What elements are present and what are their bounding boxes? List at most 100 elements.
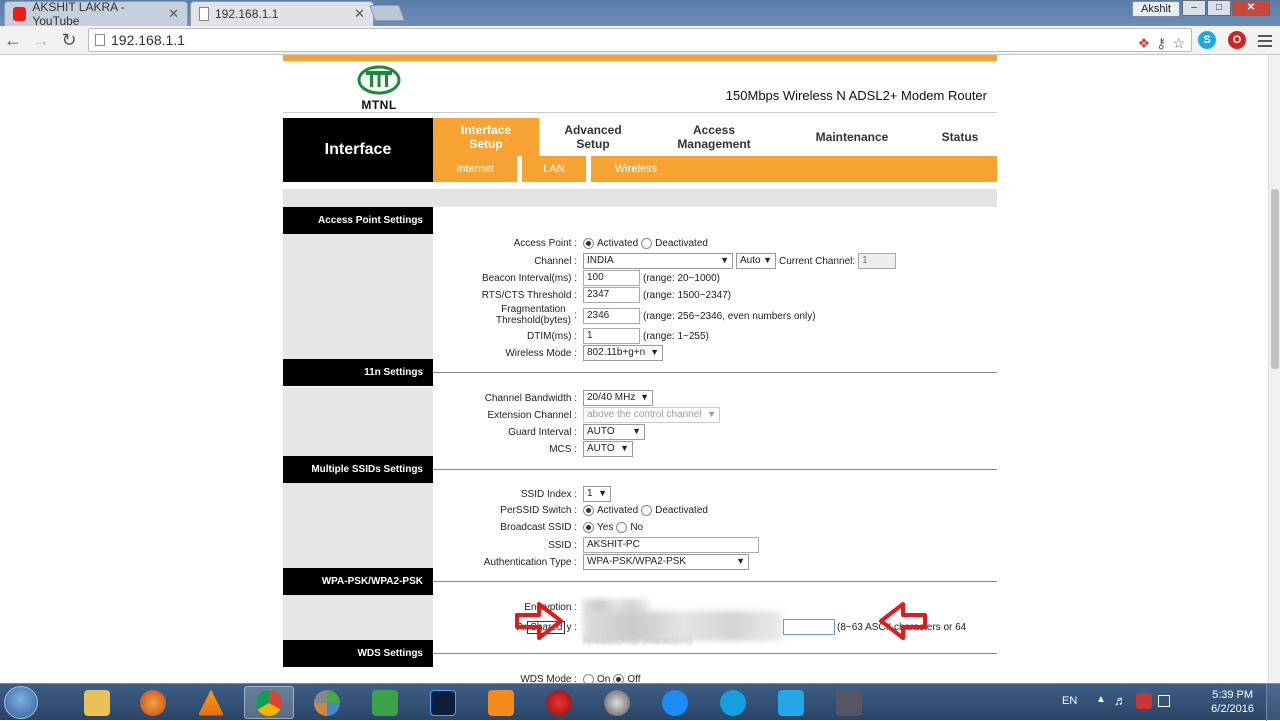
psk-input[interactable]	[783, 619, 835, 635]
extension-channel-select: above the control channel ▼	[583, 407, 720, 423]
radio-activated[interactable]	[583, 238, 594, 249]
nav-interface-setup[interactable]: Interface Setup	[433, 118, 539, 156]
subnav-wireless[interactable]: Wireless	[591, 156, 681, 182]
sub-nav: Internet LAN Wireless	[433, 156, 997, 182]
messenger-icon[interactable]	[650, 686, 700, 719]
product-name: 150Mbps Wireless N ADSL2+ Modem Router	[725, 88, 987, 103]
menu-icon[interactable]	[1258, 32, 1272, 50]
radio-label: Deactivated	[655, 238, 708, 249]
language-indicator[interactable]: EN	[1062, 695, 1077, 707]
media-icon[interactable]	[476, 686, 526, 719]
tab-router[interactable]: 192.168.1.1 ✕	[190, 1, 374, 26]
radio-label: Activated	[597, 505, 639, 516]
section-divider	[433, 469, 997, 470]
bandwidth-select[interactable]: 20/40 MHz ▼	[583, 390, 653, 406]
window-close-button[interactable]: ✕	[1232, 0, 1270, 16]
vlc-icon[interactable]	[186, 686, 236, 719]
tray-expand-icon[interactable]: ▲	[1096, 694, 1106, 705]
frag-range: (range: 256~2346, even numbers only)	[643, 310, 816, 322]
select-value: Auto	[740, 255, 761, 266]
nav-status[interactable]: Status	[923, 118, 997, 156]
subnav-lan[interactable]: LAN	[522, 156, 586, 182]
chrome-icon[interactable]	[244, 686, 294, 719]
nav-maintenance[interactable]: Maintenance	[781, 118, 923, 156]
scrollbar-thumb[interactable]	[1271, 189, 1279, 369]
wireless-mode-select[interactable]: 802.11b+g+n ▼	[583, 345, 663, 361]
show-desktop-button[interactable]	[1266, 684, 1280, 721]
key-icon[interactable]: ⚷	[1156, 32, 1166, 54]
page-icon	[95, 34, 105, 46]
clock[interactable]: 5:39 PM 6/2/2016	[1211, 688, 1254, 716]
address-bar[interactable]: 192.168.1.1 ❖ ⚷ ☆	[88, 28, 1192, 52]
radio-deactivated[interactable]	[641, 505, 653, 516]
profile-button[interactable]: Akshit	[1132, 1, 1180, 17]
guard-interval-select[interactable]: AUTO ▼	[583, 424, 645, 440]
forward-icon[interactable]: →	[30, 30, 52, 51]
antivirus-icon[interactable]	[1136, 693, 1152, 709]
section-divider	[433, 653, 997, 654]
radio-yes[interactable]	[583, 522, 594, 533]
skype-icon[interactable]	[708, 686, 758, 719]
rts-input[interactable]: 2347	[583, 287, 640, 303]
star-icon[interactable]: ☆	[1172, 32, 1185, 54]
volume-icon[interactable]: ♬	[1114, 693, 1127, 708]
radio-no[interactable]	[616, 522, 628, 533]
firefox-icon[interactable]	[128, 686, 178, 719]
frag-input[interactable]: 2346	[583, 308, 640, 324]
vertical-scrollbar[interactable]	[1268, 55, 1280, 683]
ssid-input[interactable]: AKSHIT-PC	[583, 537, 759, 553]
radio-on[interactable]	[583, 674, 594, 683]
network-icon[interactable]	[1158, 695, 1170, 707]
explorer-icon[interactable]	[72, 686, 122, 719]
new-tab-button[interactable]	[369, 5, 405, 21]
skype-extension-icon[interactable]: S	[1198, 31, 1216, 49]
radio-deactivated[interactable]	[641, 238, 653, 249]
ext-label: Extension Channel :	[487, 410, 577, 421]
downloader-icon[interactable]	[534, 686, 584, 719]
page-viewport: MTNL 150Mbps Wireless N ADSL2+ Modem Rou…	[0, 55, 1268, 683]
reload-icon[interactable]: ↻	[58, 30, 80, 51]
close-icon[interactable]: ✕	[168, 6, 179, 22]
nav-section-title: Interface	[283, 118, 433, 182]
nav-advanced-setup[interactable]: Advanced Setup	[539, 118, 647, 156]
address-text: 192.168.1.1	[111, 32, 185, 48]
radio-off[interactable]	[613, 674, 625, 683]
brand-header: MTNL 150Mbps Wireless N ADSL2+ Modem Rou…	[283, 61, 997, 113]
close-icon[interactable]: ✕	[354, 6, 365, 22]
section-access-point: Access Point Settings	[283, 207, 433, 234]
sync-icon[interactable]	[766, 686, 816, 719]
minimize-button[interactable]: –	[1182, 0, 1206, 16]
beacon-label: Beacon Interval(ms) :	[481, 273, 577, 284]
section-multiple-ssids: Multiple SSIDs Settings	[283, 456, 433, 483]
cookie-icon[interactable]: ❖	[1138, 32, 1151, 54]
start-button[interactable]	[4, 686, 38, 719]
back-icon[interactable]: ←	[2, 30, 24, 51]
frag-label-line: Threshold(bytes)	[495, 315, 571, 326]
page-icon	[199, 7, 209, 21]
ssid-index-select[interactable]: 1 ▼	[583, 486, 611, 502]
radio-activated[interactable]	[583, 505, 594, 516]
channel-mode-select[interactable]: Auto ▼	[736, 253, 776, 269]
mcs-select[interactable]: AUTO ▼	[583, 441, 633, 457]
system-tray: EN ▲ ♬ 5:39 PM 6/2/2016	[1050, 684, 1280, 721]
youtube-icon	[13, 7, 27, 21]
select-value: 802.11b+g+n	[587, 347, 646, 358]
network-app-icon[interactable]	[592, 686, 642, 719]
beacon-input[interactable]: 100	[583, 270, 640, 286]
maximize-button[interactable]: □	[1207, 0, 1231, 16]
spreadsheet-icon[interactable]	[360, 686, 410, 719]
radio-label: No	[630, 522, 644, 533]
app-icon[interactable]	[302, 686, 352, 719]
opera-extension-icon[interactable]: O	[1228, 31, 1246, 49]
section-wds: WDS Settings	[283, 640, 433, 667]
logo-text: MTNL	[361, 98, 397, 112]
photoshop-icon[interactable]	[418, 686, 468, 719]
channel-country-select[interactable]: INDIA ▼	[583, 253, 733, 269]
radio-label: Yes	[597, 522, 614, 533]
dtim-input[interactable]: 1	[583, 328, 640, 344]
auth-type-select[interactable]: WPA-PSK/WPA2-PSK ▼	[583, 554, 749, 570]
tab-youtube[interactable]: AKSHIT LAKRA - YouTube ✕	[4, 0, 188, 28]
nav-access-management[interactable]: Access Management	[647, 118, 781, 156]
subnav-internet[interactable]: Internet	[433, 156, 517, 182]
game-icon[interactable]	[824, 686, 874, 719]
